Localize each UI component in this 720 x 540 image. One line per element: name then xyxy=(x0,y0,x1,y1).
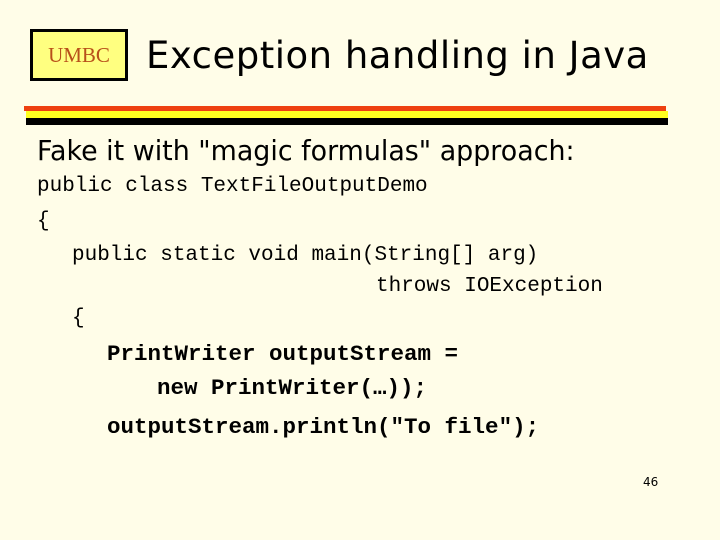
code-line: public class TextFileOutputDemo xyxy=(37,175,428,198)
code-line-bold: PrintWriter outputStream = xyxy=(107,341,459,367)
slide-subtitle: Fake it with "magic formulas" approach: xyxy=(37,134,575,167)
umbc-logo: UMBC xyxy=(30,29,128,81)
title-underline-black xyxy=(26,118,668,125)
code-line: public static void main(String[] arg) xyxy=(72,244,539,267)
code-line: { xyxy=(37,210,50,233)
title-underline-yellow xyxy=(26,111,668,118)
code-line: { xyxy=(72,307,85,330)
logo-text: UMBC xyxy=(48,42,110,67)
slide-title: Exception handling in Java xyxy=(146,34,649,77)
code-line: throws IOException xyxy=(376,275,603,298)
code-line-bold: new PrintWriter(…)); xyxy=(157,375,428,401)
code-line-bold: outputStream.println("To file"); xyxy=(107,414,540,440)
page-number: 46 xyxy=(643,475,659,489)
